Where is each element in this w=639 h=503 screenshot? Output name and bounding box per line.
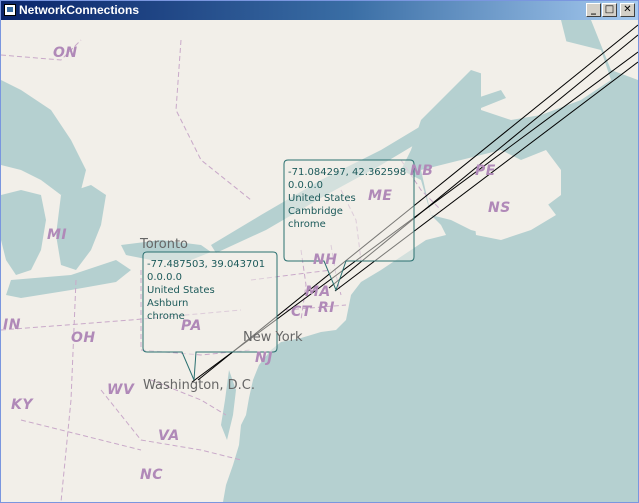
state-label-nb: NB — [410, 163, 434, 179]
app-icon — [4, 4, 16, 16]
city-label-washington: Washington, D.C. — [143, 378, 256, 393]
map-view[interactable]: ON MI IN OH KY WV VA NC PA NJ NH ME NB P… — [1, 20, 638, 502]
city-label-new-york: New York — [243, 330, 303, 345]
callout-country: United States — [288, 193, 356, 204]
city-label-toronto: Toronto — [140, 237, 188, 252]
callout-city: Cambridge — [288, 206, 343, 217]
callout-ip: 0.0.0.0 — [288, 180, 323, 191]
title-bar[interactable]: NetworkConnections _ □ ✕ — [1, 1, 638, 20]
callout-app: chrome — [288, 219, 326, 230]
callout-country: United States — [147, 285, 215, 296]
maximize-button[interactable]: □ — [602, 3, 617, 17]
state-label-nj: NJ — [255, 350, 273, 366]
state-label-ct: CT — [291, 304, 312, 320]
state-label-va: VA — [158, 428, 180, 444]
state-label-in: IN — [3, 317, 21, 333]
minimize-button[interactable]: _ — [586, 3, 601, 17]
state-label-me: ME — [368, 188, 393, 204]
state-label-wv: WV — [107, 382, 135, 398]
callout-city: Ashburn — [147, 298, 189, 309]
window-title: NetworkConnections — [19, 3, 140, 17]
state-label-ri: RI — [318, 300, 335, 316]
state-label-ns: NS — [488, 200, 511, 216]
state-label-pe: PE — [475, 163, 496, 179]
state-label-on: ON — [53, 45, 78, 61]
callout-coords: -77.487503, 39.043701 — [147, 259, 266, 270]
state-label-mi: MI — [47, 227, 68, 243]
app-window: NetworkConnections _ □ ✕ ON MI IN OH KY … — [0, 0, 639, 503]
state-label-nc: NC — [140, 467, 163, 483]
state-label-oh: OH — [71, 330, 96, 346]
close-button[interactable]: ✕ — [620, 3, 635, 17]
callout-ip: 0.0.0.0 — [147, 272, 182, 283]
callout-app: chrome — [147, 311, 185, 322]
state-label-nh: NH — [313, 252, 338, 268]
state-label-ma: MA — [305, 284, 331, 300]
state-label-ky: KY — [11, 397, 33, 413]
callout-coords: -71.084297, 42.362598 — [288, 167, 407, 178]
